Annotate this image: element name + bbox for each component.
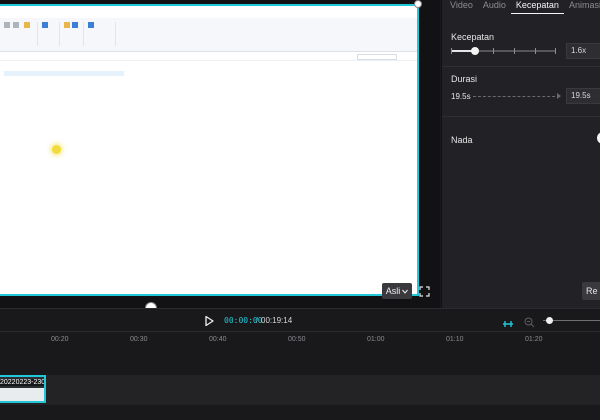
zoom-slider[interactable] (543, 316, 600, 326)
tab-audio[interactable]: Audio (478, 0, 511, 14)
pitch-label: Nada (451, 135, 473, 145)
speed-input[interactable]: 1.6x (566, 43, 600, 59)
preview-content-header-row (4, 64, 124, 69)
original-duration: 19.5s (451, 92, 471, 101)
speed-slider[interactable] (451, 46, 556, 56)
play-icon (205, 315, 214, 327)
frame-resize-handle[interactable] (414, 0, 422, 8)
video-preview-frame[interactable] (0, 4, 419, 296)
fullscreen-icon (418, 285, 430, 297)
preview-area: Asli (0, 0, 440, 314)
ruler-label: 00:50 (288, 336, 306, 343)
aspect-ratio-button[interactable]: Asli (382, 283, 412, 299)
tab-video[interactable]: Video (442, 0, 478, 14)
aspect-ratio-label: Asli (385, 286, 401, 296)
divider (442, 66, 600, 67)
zoom-out-icon (524, 317, 535, 328)
properties-panel: Video Audio Kecepatan Animasi Kecepatan … (441, 0, 600, 308)
duration-input[interactable]: 19.5s (566, 88, 600, 104)
timecode-separator: / (256, 316, 259, 325)
speed-label: Kecepatan (451, 32, 495, 42)
timeline-ruler[interactable]: 00:20 00:30 00:40 00:50 01:00 01:10 01:2… (0, 331, 600, 355)
ruler-label: 01:00 (367, 336, 385, 343)
play-button[interactable] (202, 314, 216, 328)
speed-slider-thumb[interactable] (471, 47, 479, 55)
duration-label: Durasi (451, 74, 478, 84)
preview-content-ribbon (0, 18, 417, 52)
clip-thumbnail (0, 388, 44, 401)
fullscreen-button[interactable] (416, 283, 432, 299)
reset-button[interactable]: Re (582, 282, 600, 300)
snap-icon (503, 321, 513, 327)
divider (442, 116, 600, 117)
tab-animation[interactable]: Animasi (564, 0, 600, 14)
timeline: 00:00:00 / 00:19:14 00:20 00:30 00:40 00… (0, 308, 600, 420)
preview-content-address-bar (0, 53, 417, 61)
clip-name: 20220223-230 (0, 379, 46, 386)
ruler-label: 00:20 (51, 336, 69, 343)
duration-arrow (473, 96, 560, 97)
ruler-label: 01:20 (525, 336, 543, 343)
video-clip[interactable]: 20220223-230 (0, 375, 46, 403)
zoom-out-button[interactable] (524, 315, 535, 328)
video-track[interactable] (0, 375, 600, 405)
zoom-slider-thumb[interactable] (546, 317, 553, 324)
tab-speed[interactable]: Kecepatan (510, 0, 564, 14)
ruler-label: 00:40 (209, 336, 227, 343)
preview-content-row (4, 77, 124, 82)
ruler-label: 01:10 (446, 336, 464, 343)
arrow-right-icon (557, 93, 561, 99)
chevron-down-icon (402, 289, 409, 294)
mouse-cursor-highlight (52, 145, 61, 154)
properties-tabs: Video Audio Kecepatan Animasi (442, 0, 600, 14)
snap-button[interactable] (502, 316, 514, 327)
total-timecode: 00:19:14 (261, 316, 293, 325)
ruler-label: 00:30 (130, 336, 148, 343)
video-editor-app: Asli Video Audio Kecepatan Animasi Kecep… (0, 0, 600, 420)
preview-content-row (4, 71, 124, 76)
